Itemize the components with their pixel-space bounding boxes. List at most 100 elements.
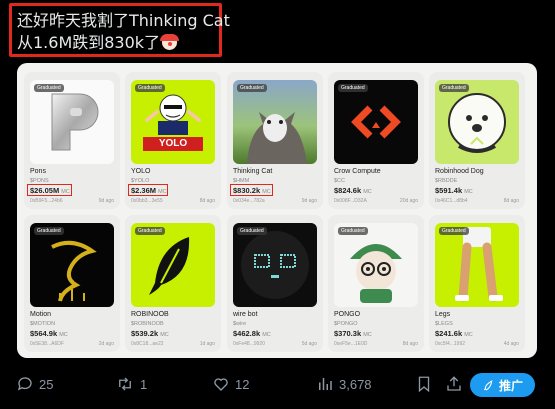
token-age: 2d ago	[98, 341, 114, 347]
token-ticker: $PONGO	[334, 321, 358, 327]
market-cap: $462.8k MC	[233, 329, 271, 338]
token-grid-image[interactable]: Graduated Pons $PONS $26.05M MC 0xB9F5..…	[17, 63, 537, 358]
robinoob-thumbnail: Graduated	[131, 223, 215, 307]
dog-icon	[448, 93, 506, 153]
tweet-caption: 还好昨天我割了Thinking Cat 从1.6M跌到830k了	[9, 3, 230, 57]
repost-button[interactable]: 1	[115, 375, 147, 393]
promote-label: 推广	[498, 378, 523, 393]
token-name: Legs	[435, 311, 451, 318]
motion-swirl-icon	[51, 240, 97, 302]
token-age: 5d ago	[301, 341, 317, 347]
token-card-robinoob[interactable]: Graduated ROBINOOB $ROBINOOB $539.2k MC …	[125, 215, 221, 352]
graduated-badge: Graduated	[439, 227, 469, 235]
token-age: 4d ago	[503, 341, 519, 347]
token-address: 0x034e...782a	[233, 198, 265, 204]
token-ticker: $RBDDE	[435, 178, 458, 184]
graduated-badge: Graduated	[135, 84, 165, 92]
thinking-cat-thumbnail: Graduated	[233, 80, 317, 164]
market-cap: $591.4k MC	[435, 186, 473, 195]
market-cap: $830.2k MC	[233, 186, 271, 195]
token-card-wire-bot[interactable]: Graduated wire bot $wire $462.8k MC 0xFe…	[227, 215, 323, 352]
promote-button[interactable]: 推广	[470, 373, 535, 397]
token-name: Thinking Cat	[233, 168, 273, 175]
reply-button[interactable]: 25	[16, 375, 53, 393]
token-address: 0xFe48...9920	[233, 341, 265, 347]
token-card-yolo[interactable]: Graduated YOLO YOLO $YOLO $2.36M MC 0x0b…	[125, 72, 221, 209]
token-card-crow-compute[interactable]: Graduated Crow Compute $CC $824.6k MC 0x…	[328, 72, 424, 209]
token-age: 8d ago	[199, 198, 215, 204]
market-cap: $26.05M MC	[30, 186, 70, 195]
legs-thumbnail: Graduated	[435, 223, 519, 307]
like-button[interactable]: 12	[212, 375, 249, 393]
market-cap: $824.6k MC	[334, 186, 372, 195]
token-name: wire bot	[233, 311, 258, 318]
token-name: Crow Compute	[334, 168, 381, 175]
graduated-badge: Graduated	[135, 227, 165, 235]
pongo-thumbnail: Graduated	[334, 223, 418, 307]
robot-face-icon	[241, 231, 309, 299]
share-icon	[447, 376, 461, 391]
token-age: 1d ago	[199, 341, 215, 347]
token-name: YOLO	[131, 168, 151, 175]
crow-compute-logo-icon	[351, 105, 401, 139]
token-age: 8d ago	[503, 198, 519, 204]
crow-compute-thumbnail: Graduated	[334, 80, 418, 164]
yolo-thumbnail: Graduated YOLO	[131, 80, 215, 164]
token-ticker: $CC	[334, 178, 346, 184]
wire-bot-thumbnail: Graduated	[233, 223, 317, 307]
market-cap: $370.3k MC	[334, 329, 372, 338]
analytics-icon	[319, 378, 332, 390]
robinhood-dog-thumbnail: Graduated	[435, 80, 519, 164]
motion-thumbnail: Graduated	[30, 223, 114, 307]
market-cap: $564.9k MC	[30, 329, 68, 338]
token-card-pons[interactable]: Graduated Pons $PONS $26.05M MC 0xB9F5..…	[24, 72, 120, 209]
token-ticker: $wire	[233, 321, 247, 327]
market-cap: $539.2k MC	[131, 329, 169, 338]
market-cap: $241.6k MC	[435, 329, 473, 338]
token-card-motion[interactable]: Graduated Motion $MOTION $564.9k MC 0x5E…	[24, 215, 120, 352]
token-card-legs[interactable]: Graduated Legs $LEGS $241.6k MC 0xc5f4..…	[429, 215, 525, 352]
view-count: 3,678	[339, 376, 372, 392]
graduated-badge: Graduated	[237, 227, 267, 235]
graduated-badge: Graduated	[439, 84, 469, 92]
token-age: 8d ago	[402, 341, 418, 347]
graduated-badge: Graduated	[237, 84, 267, 92]
token-address: 0x8C18...ae22	[131, 341, 164, 347]
token-name: Robinhood Dog	[435, 168, 484, 175]
bookmark-button[interactable]	[416, 375, 432, 393]
token-ticker: $MOTION	[30, 321, 56, 327]
token-card-pongo[interactable]: Graduated PONGO $PONGO $370.3k MC 0xeF5e…	[328, 215, 424, 352]
token-age: 20d ago	[399, 198, 418, 204]
token-address: 0x008F...D32A	[334, 198, 367, 204]
pons-p-icon	[51, 93, 99, 151]
legs-icon	[455, 227, 503, 302]
token-address: 0xc5f4...1992	[435, 341, 466, 347]
token-age: 9d ago	[301, 198, 317, 204]
reply-count: 25	[39, 376, 54, 392]
repost-icon	[119, 377, 131, 391]
token-address: 0x5E38...A6DF	[30, 341, 64, 347]
repost-count: 1	[140, 376, 148, 392]
token-card-thinking-cat[interactable]: Graduated Thinking Cat $HMM $830.2k MC 0…	[227, 72, 323, 209]
token-name: PONGO	[334, 311, 361, 318]
token-ticker: $ROBINOOB	[131, 321, 164, 327]
token-card-robinhood-dog[interactable]: Graduated Robinhood Dog $RBDDE $591.4k M…	[429, 72, 525, 209]
share-button[interactable]	[445, 375, 463, 393]
caption-line-1: 还好昨天我割了Thinking Cat	[17, 11, 230, 30]
pons-thumbnail: Graduated	[30, 80, 114, 164]
heart-icon	[214, 378, 228, 391]
token-address: 0xB9F5...24b6	[30, 198, 63, 204]
token-age: 9d ago	[98, 198, 114, 204]
market-cap: $2.36M MC	[131, 186, 167, 195]
token-address: 0xeF5e...1E0D	[334, 341, 368, 347]
reply-icon	[17, 377, 32, 391]
yolo-banner-text: YOLO	[158, 138, 188, 149]
like-count: 12	[235, 376, 250, 392]
graduated-badge: Graduated	[338, 84, 368, 92]
graduated-badge: Graduated	[338, 227, 368, 235]
token-name: ROBINOOB	[131, 311, 169, 318]
cat-photo-icon	[247, 112, 307, 164]
token-name: Pons	[30, 168, 46, 175]
token-ticker: $LEGS	[435, 321, 453, 327]
views-button[interactable]: 3,678	[316, 375, 372, 393]
